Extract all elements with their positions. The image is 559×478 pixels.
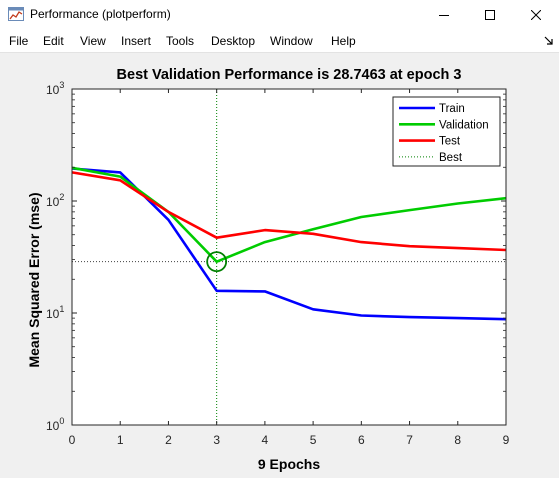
menu-bar: File Edit View Insert Tools Desktop Wind… xyxy=(0,29,559,53)
y-axis-label: Mean Squared Error (mse) xyxy=(26,192,42,367)
menu-file[interactable]: File xyxy=(9,34,28,48)
figure-area: Best Validation Performance is 28.7463 a… xyxy=(0,53,559,473)
window-titlebar[interactable]: Performance (plotperform) xyxy=(0,0,559,29)
y-tick-exponent: 3 xyxy=(59,80,64,90)
x-tick-label: 9 xyxy=(503,433,510,447)
performance-chart: Best Validation Performance is 28.7463 a… xyxy=(26,67,510,472)
legend-label-validation: Validation xyxy=(439,119,489,131)
y-tick-label: 101 xyxy=(46,304,64,321)
x-tick-label: 6 xyxy=(358,433,365,447)
x-axis-label: 9 Epochs xyxy=(258,456,320,472)
window-title: Performance (plotperform) xyxy=(30,7,171,21)
legend-label-best: Best xyxy=(439,152,463,164)
legend-label-train: Train xyxy=(439,103,465,115)
y-tick-label: 103 xyxy=(46,80,64,97)
dock-arrow-icon[interactable] xyxy=(544,36,554,46)
y-tick-exponent: 2 xyxy=(59,192,64,202)
x-tick-label: 3 xyxy=(213,433,220,447)
x-tick-label: 4 xyxy=(262,433,269,447)
legend: Train Validation Test Best xyxy=(392,96,501,167)
menu-tools[interactable]: Tools xyxy=(166,34,194,48)
menu-view[interactable]: View xyxy=(80,34,106,48)
x-tick-label: 2 xyxy=(165,433,172,447)
x-tick-label: 1 xyxy=(117,433,124,447)
minimize-icon xyxy=(439,14,449,16)
x-tick-label: 7 xyxy=(406,433,413,447)
legend-label-test: Test xyxy=(439,136,461,148)
x-tick-label: 8 xyxy=(454,433,461,447)
menu-help[interactable]: Help xyxy=(331,34,356,48)
y-tick-label: 102 xyxy=(46,192,64,209)
menu-edit[interactable]: Edit xyxy=(43,34,64,48)
y-tick-exponent: 0 xyxy=(59,416,64,426)
x-tick-label: 5 xyxy=(310,433,317,447)
close-button[interactable] xyxy=(513,0,559,29)
menu-window[interactable]: Window xyxy=(270,34,313,48)
x-tick-label: 0 xyxy=(69,433,76,447)
menu-desktop[interactable]: Desktop xyxy=(211,34,255,48)
close-icon xyxy=(531,9,541,20)
chart-title: Best Validation Performance is 28.7463 a… xyxy=(117,67,462,83)
y-tick-label: 100 xyxy=(46,416,64,433)
minimize-button[interactable] xyxy=(421,0,467,29)
maximize-button[interactable] xyxy=(467,0,513,29)
y-tick-exponent: 1 xyxy=(59,304,64,314)
matlab-figure-icon xyxy=(8,7,24,21)
maximize-icon xyxy=(485,9,495,20)
menu-insert[interactable]: Insert xyxy=(121,34,151,48)
